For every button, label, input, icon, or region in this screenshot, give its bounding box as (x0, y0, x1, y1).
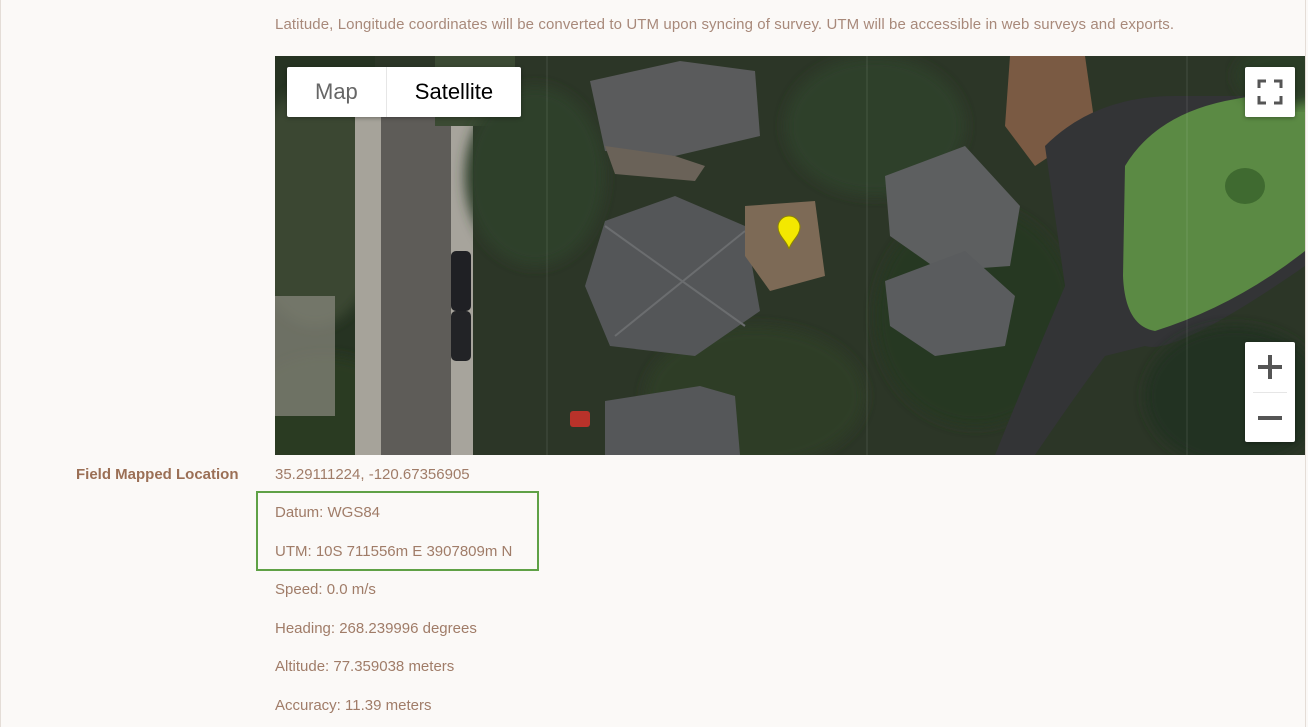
map-type-map-button[interactable]: Map (287, 67, 386, 117)
zoom-out-button[interactable] (1245, 393, 1295, 443)
datum-utm-highlight-box (256, 491, 539, 571)
heading-value: Heading: 268.239996 degrees (275, 620, 477, 637)
satellite-map[interactable]: Map Satellite (275, 56, 1305, 455)
map-type-satellite-button[interactable]: Satellite (385, 67, 521, 117)
coordinates-value: 35.29111224, -120.67356905 (275, 466, 470, 483)
fullscreen-button[interactable] (1245, 67, 1295, 117)
zoom-in-icon (1258, 355, 1282, 379)
field-mapped-location-label: Field Mapped Location (76, 466, 239, 483)
accuracy-value: Accuracy: 11.39 meters (275, 697, 432, 714)
altitude-value: Altitude: 77.359038 meters (275, 658, 455, 675)
zoom-control (1245, 342, 1295, 442)
map-pin-icon[interactable] (776, 214, 802, 250)
zoom-out-icon (1258, 416, 1282, 420)
speed-value: Speed: 0.0 m/s (275, 581, 376, 598)
fullscreen-icon (1257, 79, 1283, 105)
map-type-control: Map Satellite (287, 67, 522, 117)
utm-info-text: Latitude, Longitude coordinates will be … (275, 16, 1175, 33)
zoom-in-button[interactable] (1245, 342, 1295, 392)
